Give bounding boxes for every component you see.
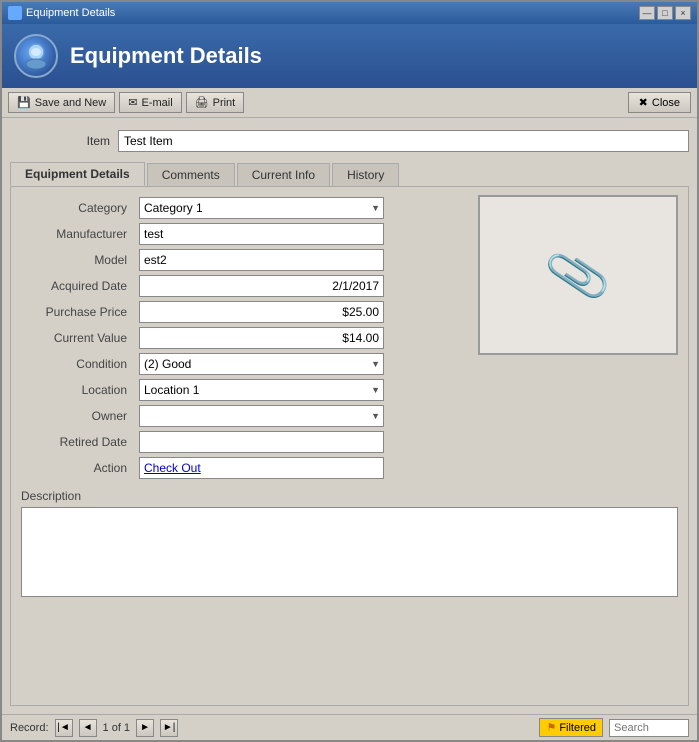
app-icon — [14, 34, 58, 78]
tab-content: Category Category 1 Category 2 Manufactu… — [10, 186, 689, 706]
item-label: Item — [10, 134, 110, 148]
close-label: Close — [652, 97, 680, 109]
owner-label: Owner — [21, 409, 131, 423]
filtered-button[interactable]: ⚑ Filtered — [539, 718, 603, 737]
form-row-owner: Owner — [21, 405, 384, 427]
title-bar-left: Equipment Details — [8, 6, 115, 20]
description-label: Description — [21, 489, 678, 503]
tab-comments[interactable]: Comments — [147, 163, 235, 186]
form-grid: Category Category 1 Category 2 Manufactu… — [21, 197, 384, 479]
model-label: Model — [21, 253, 131, 267]
email-icon: ✉ — [128, 96, 137, 109]
close-button[interactable]: ✖ Close — [628, 92, 691, 113]
acquired-date-input[interactable] — [139, 275, 384, 297]
acquired-date-label: Acquired Date — [21, 279, 131, 293]
tab-history[interactable]: History — [332, 163, 399, 186]
location-label: Location — [21, 383, 131, 397]
header-area: Equipment Details — [2, 24, 697, 88]
restore-button[interactable]: □ — [657, 6, 673, 20]
print-label: Print — [213, 97, 236, 109]
filter-icon: ⚑ — [546, 721, 556, 734]
image-area[interactable]: 📎 — [478, 195, 678, 355]
window-title: Equipment Details — [26, 7, 115, 19]
current-value-input[interactable] — [139, 327, 384, 349]
tab-current-info[interactable]: Current Info — [237, 163, 330, 186]
content-area: Item Equipment Details Comments Current … — [2, 118, 697, 714]
form-row-location: Location Location 1 Location 2 — [21, 379, 384, 401]
action-label: Action — [21, 461, 131, 475]
description-section: Description — [21, 489, 678, 600]
condition-select[interactable]: (1) Excellent (2) Good (3) Fair (4) Poor — [139, 353, 384, 375]
toolbar: 💾 Save and New ✉ E-mail 🖨 Print ✖ Close — [2, 88, 697, 118]
current-value-label: Current Value — [21, 331, 131, 345]
form-row-purchase-price: Purchase Price — [21, 301, 384, 323]
purchase-price-label: Purchase Price — [21, 305, 131, 319]
email-label: E-mail — [141, 97, 172, 109]
main-window: Equipment Details — □ × Equipment Detail… — [0, 0, 699, 742]
record-count: 1 of 1 — [103, 722, 131, 734]
description-textarea[interactable] — [21, 507, 678, 597]
title-bar-controls: — □ × — [639, 6, 691, 20]
action-field: Check Out — [139, 457, 384, 479]
condition-select-wrapper: (1) Excellent (2) Good (3) Fair (4) Poor — [139, 353, 384, 375]
model-input[interactable] — [139, 249, 384, 271]
category-select[interactable]: Category 1 Category 2 — [139, 197, 384, 219]
item-row: Item — [10, 126, 689, 156]
window-icon — [8, 6, 22, 20]
checkout-link[interactable]: Check Out — [144, 461, 201, 475]
tab-equipment-details[interactable]: Equipment Details — [10, 162, 145, 186]
nav-next-button[interactable]: ► — [136, 719, 154, 737]
filtered-label: Filtered — [559, 722, 596, 734]
form-row-acquired-date: Acquired Date — [21, 275, 384, 297]
condition-label: Condition — [21, 357, 131, 371]
minimize-button[interactable]: — — [639, 6, 655, 20]
item-input[interactable] — [118, 130, 689, 152]
header-title: Equipment Details — [70, 43, 262, 69]
category-select-wrapper: Category 1 Category 2 — [139, 197, 384, 219]
purchase-price-input[interactable] — [139, 301, 384, 323]
nav-last-button[interactable]: ►| — [160, 719, 178, 737]
form-row-condition: Condition (1) Excellent (2) Good (3) Fai… — [21, 353, 384, 375]
location-select-wrapper: Location 1 Location 2 — [139, 379, 384, 401]
nav-prev-button[interactable]: ◄ — [79, 719, 97, 737]
tab-content-inner: Category Category 1 Category 2 Manufactu… — [21, 197, 678, 479]
save-new-button[interactable]: 💾 Save and New — [8, 92, 115, 113]
status-bar: Record: |◄ ◄ 1 of 1 ► ►| ⚑ Filtered — [2, 714, 697, 740]
retired-date-input[interactable] — [139, 431, 384, 453]
search-input[interactable] — [609, 719, 689, 737]
print-icon: 🖨 — [195, 96, 209, 109]
save-icon: 💾 — [17, 96, 31, 109]
form-row-retired-date: Retired Date — [21, 431, 384, 453]
retired-date-label: Retired Date — [21, 435, 131, 449]
title-bar: Equipment Details — □ × — [2, 2, 697, 24]
email-button[interactable]: ✉ E-mail — [119, 92, 181, 113]
form-row-manufacturer: Manufacturer — [21, 223, 384, 245]
form-row-action: Action Check Out — [21, 457, 384, 479]
form-row-category: Category Category 1 Category 2 — [21, 197, 384, 219]
form-row-model: Model — [21, 249, 384, 271]
close-icon: ✖ — [639, 96, 648, 109]
category-label: Category — [21, 201, 131, 215]
location-select[interactable]: Location 1 Location 2 — [139, 379, 384, 401]
close-window-button[interactable]: × — [675, 6, 691, 20]
save-new-label: Save and New — [35, 97, 107, 109]
form-row-current-value: Current Value — [21, 327, 384, 349]
print-button[interactable]: 🖨 Print — [186, 92, 245, 113]
tabs-container: Equipment Details Comments Current Info … — [10, 162, 689, 706]
nav-first-button[interactable]: |◄ — [55, 719, 73, 737]
attachment-icon: 📎 — [542, 240, 614, 311]
tab-bar: Equipment Details Comments Current Info … — [10, 162, 689, 186]
manufacturer-label: Manufacturer — [21, 227, 131, 241]
owner-select-wrapper — [139, 405, 384, 427]
manufacturer-input[interactable] — [139, 223, 384, 245]
owner-select[interactable] — [139, 405, 384, 427]
record-label: Record: — [10, 722, 49, 734]
